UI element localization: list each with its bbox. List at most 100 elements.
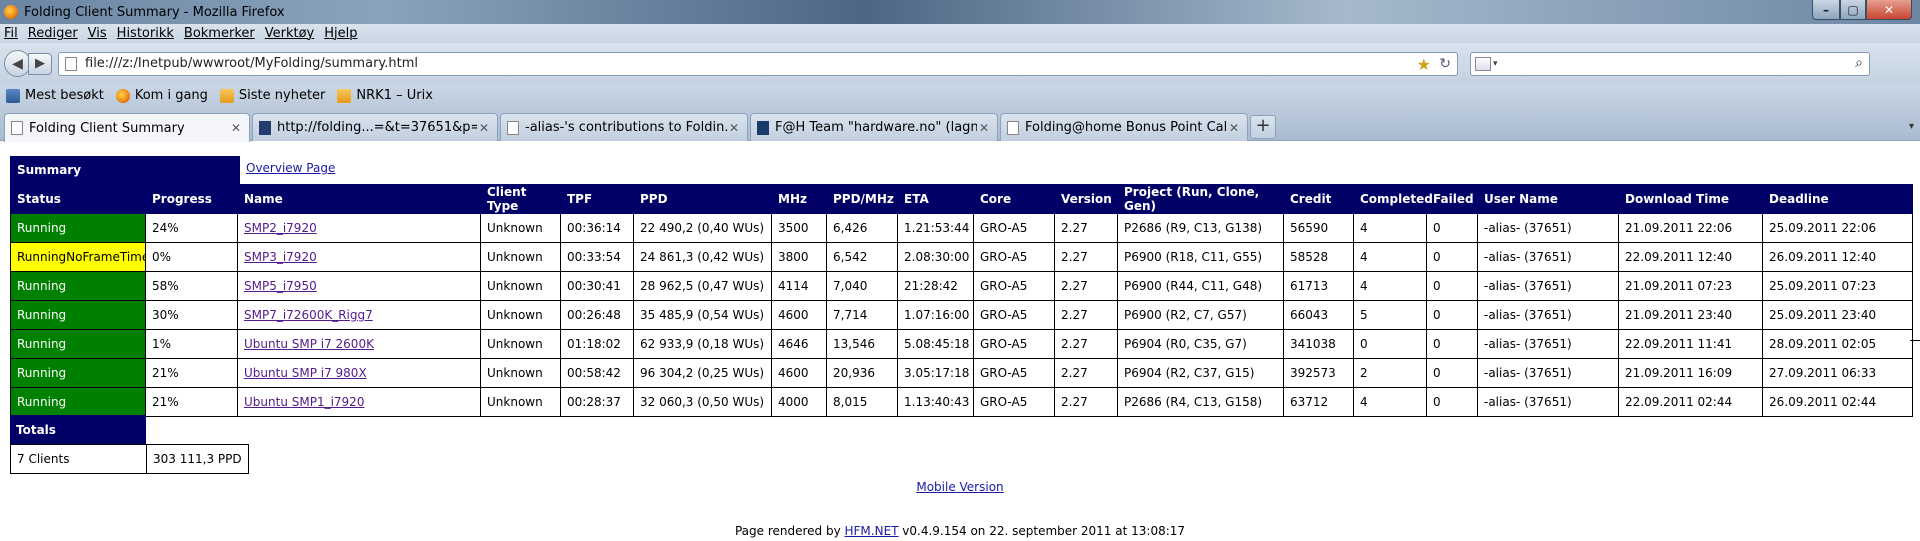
status-cell: Running (10, 300, 146, 330)
bookmark-latest-news[interactable]: Siste nyheter (219, 88, 325, 103)
column-header[interactable]: Client Type (480, 184, 561, 214)
column-header[interactable]: ETA (897, 184, 974, 214)
close-tab-icon[interactable]: ✕ (977, 121, 991, 135)
close-tab-icon[interactable]: ✕ (477, 121, 491, 135)
menu-history[interactable]: Historikk (117, 26, 174, 41)
table-cell: 6,542 (826, 242, 898, 272)
column-header[interactable]: Completed (1353, 184, 1433, 214)
chevron-down-icon[interactable]: ▾ (1493, 59, 1498, 69)
back-button[interactable]: ◀ (4, 50, 31, 77)
table-cell: 30% (145, 300, 238, 330)
table-cell: 00:33:54 (560, 242, 634, 272)
column-header[interactable]: MHz (771, 184, 827, 214)
tab-folding-forum[interactable]: http://folding...=&t=37651&p=1 ✕ (252, 113, 498, 141)
table-cell: 2.27 (1054, 329, 1118, 359)
tab-bonus-point-calculator[interactable]: Folding@home Bonus Point Cal... ✕ (1000, 113, 1248, 141)
bookmark-getting-started[interactable]: Kom i gang (115, 88, 208, 103)
column-header[interactable]: Progress (145, 184, 238, 214)
table-cell: 26.09.2011 02:44 (1762, 387, 1913, 417)
new-tab-button[interactable]: + (1250, 115, 1276, 139)
tab-fah-team-hardware[interactable]: F@H Team "hardware.no" (lagn... ✕ (750, 113, 998, 141)
forward-button[interactable]: ▶ (28, 52, 52, 75)
column-header[interactable]: PPD (633, 184, 772, 214)
table-cell: 2.27 (1054, 358, 1118, 388)
bookmark-most-visited[interactable]: Mest besøkt (6, 88, 104, 103)
list-all-tabs-icon[interactable]: ▾ (1909, 121, 1914, 132)
table-cell: -alias- (37651) (1477, 358, 1619, 388)
bookmark-nrk1-urix[interactable]: NRK1 – Urix (337, 88, 433, 103)
menu-tools[interactable]: Verktøy (265, 26, 315, 41)
close-tab-icon[interactable]: ✕ (1227, 121, 1241, 135)
menu-edit[interactable]: Rediger (28, 26, 78, 41)
hfm-net-link[interactable]: HFM.NET (845, 524, 899, 538)
address-bar[interactable]: file:///z:/Inetpub/wwwroot/MyFolding/sum… (58, 51, 1458, 76)
menu-bookmarks[interactable]: Bokmerker (184, 26, 255, 41)
column-header[interactable]: Status (10, 184, 146, 214)
table-cell: 25.09.2011 23:40 (1762, 300, 1913, 330)
overview-page-link[interactable]: Overview Page (246, 161, 335, 175)
table-cell: 22.09.2011 02:44 (1618, 387, 1763, 417)
client-name-link[interactable]: SMP7_i72600K_Rigg7 (244, 308, 373, 322)
footer-suffix: v0.4.9.154 on 22. september 2011 at 13:0… (898, 524, 1186, 538)
menu-view[interactable]: Vis (88, 26, 107, 41)
reload-icon[interactable]: ↻ (1439, 56, 1451, 72)
column-header[interactable]: Failed (1426, 184, 1478, 214)
mobile-version-link[interactable]: Mobile Version (0, 480, 1920, 494)
tab-folding-client-summary[interactable]: Folding Client Summary ✕ (4, 113, 250, 142)
column-header[interactable]: Name (237, 184, 481, 214)
minimize-button[interactable]: – (1812, 0, 1840, 20)
bookmark-star-icon[interactable]: ★ (1417, 55, 1431, 74)
close-tab-icon[interactable]: ✕ (229, 121, 243, 135)
search-bar[interactable]: ▾ ⌕ (1470, 51, 1870, 76)
table-cell: P6904 (R0, C35, G7) (1117, 329, 1284, 359)
column-header[interactable]: PPD/MHz (826, 184, 898, 214)
close-window-button[interactable]: ✕ (1866, 0, 1912, 20)
table-cell: 22 490,2 (0,40 WUs) (633, 213, 772, 243)
table-cell: Unknown (480, 387, 561, 417)
menu-file[interactable]: Fil (4, 26, 18, 41)
close-tab-icon[interactable]: ✕ (727, 121, 741, 135)
window-titlebar: Folding Client Summary - Mozilla Firefox… (0, 0, 1920, 24)
column-header[interactable]: TPF (560, 184, 634, 214)
firefox-icon (115, 88, 130, 103)
address-url[interactable]: file:///z:/Inetpub/wwwroot/MyFolding/sum… (85, 56, 418, 71)
table-cell: 2.27 (1054, 387, 1118, 417)
table-cell: 96 304,2 (0,25 WUs) (633, 358, 772, 388)
maximize-button[interactable]: ▢ (1840, 0, 1866, 20)
client-name-link[interactable]: SMP2_i7920 (244, 221, 317, 235)
client-name-link[interactable]: Ubuntu SMP i7 980X (244, 366, 367, 380)
table-cell: 0% (145, 242, 238, 272)
menu-help[interactable]: Hjelp (324, 26, 357, 41)
client-name-link[interactable]: SMP3_i7920 (244, 250, 317, 264)
table-row: Running 24% SMP2_i7920 Unknown 00:36:14 22 49… (10, 213, 1913, 243)
client-name-link[interactable]: Ubuntu SMP i7 2600K (244, 337, 374, 351)
totals-heading: Totals (10, 415, 146, 444)
column-header[interactable]: Download Time (1618, 184, 1763, 214)
search-icon[interactable]: ⌕ (1855, 55, 1863, 71)
table-cell: 1.07:16:00 (897, 300, 974, 330)
column-header[interactable]: Project (Run, Clone, Gen) (1117, 184, 1284, 214)
table-cell: 01:18:02 (560, 329, 634, 359)
status-cell: Running (10, 213, 146, 243)
site-favicon-icon (757, 120, 769, 135)
table-cell: 58528 (1283, 242, 1354, 272)
name-cell: Ubuntu SMP i7 2600K (237, 329, 481, 359)
table-cell: GRO-A5 (973, 387, 1055, 417)
table-cell: GRO-A5 (973, 213, 1055, 243)
table-cell: 6,426 (826, 213, 898, 243)
table-cell: 66043 (1283, 300, 1354, 330)
table-cell: 00:30:41 (560, 271, 634, 301)
table-cell: -alias- (37651) (1477, 300, 1619, 330)
client-name-link[interactable]: SMP5_i7950 (244, 279, 317, 293)
column-header[interactable]: Version (1054, 184, 1118, 214)
table-cell: Unknown (480, 213, 561, 243)
table-cell: 0 (1426, 213, 1478, 243)
client-name-link[interactable]: Ubuntu SMP1_i7920 (244, 395, 364, 409)
bookmark-label: NRK1 – Urix (356, 88, 433, 103)
column-header[interactable]: Deadline (1762, 184, 1913, 214)
search-engine-icon[interactable] (1475, 56, 1491, 71)
column-header[interactable]: User Name (1477, 184, 1619, 214)
column-header[interactable]: Credit (1283, 184, 1354, 214)
tab-alias-contributions[interactable]: -alias-'s contributions to Foldin... ✕ (500, 113, 748, 141)
column-header[interactable]: Core (973, 184, 1055, 214)
